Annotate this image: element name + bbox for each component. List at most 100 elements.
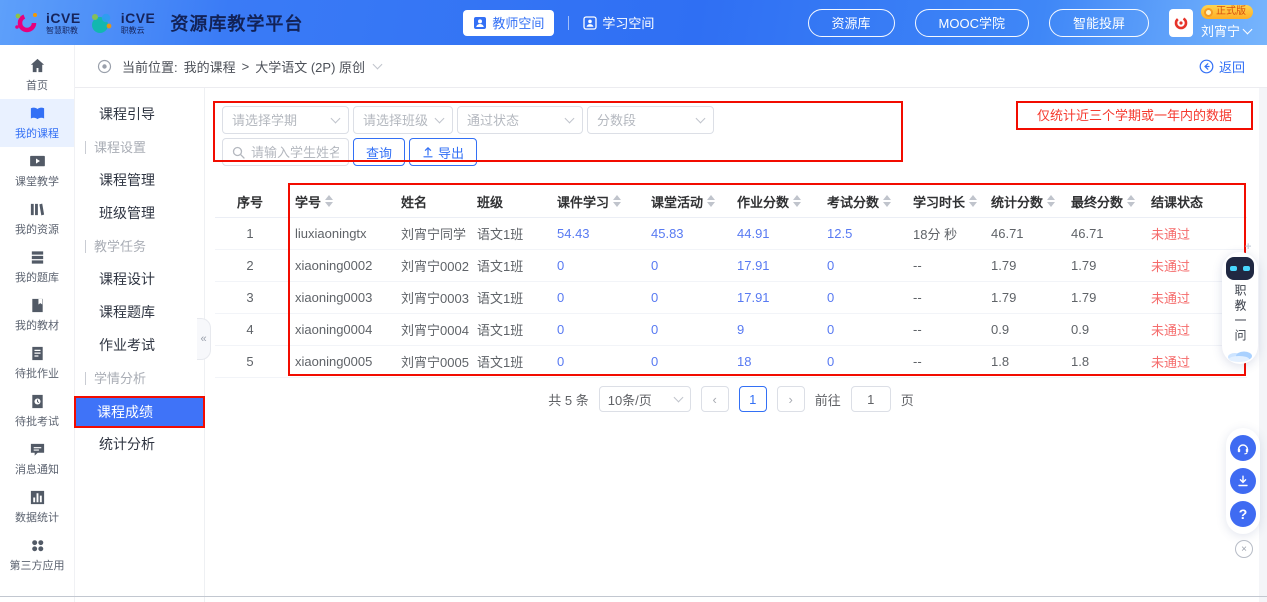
sort-icon[interactable] [707, 195, 715, 207]
cell-activity[interactable]: 45.83 [641, 226, 727, 241]
col-activity[interactable]: 课堂活动 [641, 192, 727, 211]
submenu-item[interactable]: 课程题库 [75, 296, 204, 329]
cell-exam[interactable]: 0 [817, 258, 903, 273]
student-name-input[interactable] [251, 145, 339, 160]
semester-select-input[interactable] [232, 113, 326, 128]
tab-teacher-space[interactable]: 教师空间 [463, 10, 554, 36]
cell-courseware[interactable]: 0 [547, 290, 641, 305]
current-page-button[interactable]: 1 [739, 386, 767, 412]
pass-status-select[interactable] [457, 106, 583, 134]
rail-item-question-bank[interactable]: 我的题库 [0, 243, 74, 291]
submenu-item[interactable]: 作业考试 [75, 329, 204, 362]
goto-page-input[interactable] [851, 386, 891, 412]
edition-badge: 正式版 [1201, 5, 1253, 19]
sort-icon[interactable] [613, 195, 621, 207]
col-final-score[interactable]: 最终分数 [1061, 192, 1141, 211]
submenu-item[interactable]: 统计分析 [75, 428, 204, 461]
sort-icon[interactable] [325, 195, 333, 207]
chevron-down-icon[interactable] [373, 60, 383, 70]
cell-courseware[interactable]: 0 [547, 354, 641, 369]
chevron-down-icon [331, 114, 341, 124]
pass-status-select-input[interactable] [467, 113, 560, 128]
class-select-input[interactable] [363, 113, 430, 128]
submenu-item[interactable]: 课程管理 [75, 164, 204, 197]
class-select[interactable] [353, 106, 453, 134]
rail-item-my-resources[interactable]: 我的资源 [0, 195, 74, 243]
col-stat-score[interactable]: 统计分数 [981, 192, 1061, 211]
score-range-select-input[interactable] [597, 113, 691, 128]
space-tabs: 教师空间 学习空间 [463, 10, 654, 36]
assistant-widget[interactable]: 职教一问 [1222, 252, 1258, 364]
cell-exam[interactable]: 0 [817, 290, 903, 305]
cell-exam[interactable]: 0 [817, 322, 903, 337]
scrollbar-track[interactable] [1259, 88, 1267, 602]
smart-casting-button[interactable]: 智能投屏 [1049, 9, 1149, 37]
student-name-field[interactable] [222, 138, 349, 166]
rail-item-third-party-apps[interactable]: 第三方应用 [0, 531, 74, 579]
cell-courseware[interactable]: 0 [547, 322, 641, 337]
cell-index: 4 [215, 322, 285, 337]
customer-service-button[interactable] [1230, 435, 1256, 461]
rail-item-pending-homework[interactable]: 待批作业 [0, 339, 74, 387]
cell-exam[interactable]: 0 [817, 354, 903, 369]
submenu-item[interactable]: 课程引导 [75, 98, 204, 131]
cell-homework[interactable]: 44.91 [727, 226, 817, 241]
rail-item-textbooks[interactable]: 我的教材 [0, 291, 74, 339]
export-button[interactable]: 导出 [409, 138, 477, 166]
rail-item-pending-exams[interactable]: 待批考试 [0, 387, 74, 435]
submenu-item[interactable]: 教学任务 [75, 230, 204, 263]
breadcrumb-my-courses[interactable]: 我的课程 [184, 57, 236, 76]
cell-courseware[interactable]: 0 [547, 258, 641, 273]
col-student-id[interactable]: 学号 [285, 192, 391, 211]
breadcrumb-course-name[interactable]: 大学语文 (2P) 原创 [255, 57, 365, 76]
cell-exam[interactable]: 12.5 [817, 226, 903, 241]
mooc-academy-button[interactable]: MOOC学院 [915, 9, 1029, 37]
sort-icon[interactable] [969, 195, 977, 207]
header-actions: 资源库 MOOC学院 智能投屏 正式版 刘宵宁 [808, 5, 1267, 40]
cell-courseware[interactable]: 54.43 [547, 226, 641, 241]
score-range-select[interactable] [587, 106, 714, 134]
help-button[interactable]: ? [1230, 501, 1256, 527]
cell-activity[interactable]: 0 [641, 290, 727, 305]
sidebar-collapse-handle[interactable]: « [197, 318, 211, 360]
cell-homework[interactable]: 17.91 [727, 290, 817, 305]
search-button[interactable]: 查询 [353, 138, 405, 166]
tab-learning-space[interactable]: 学习空间 [583, 13, 654, 32]
sort-icon[interactable] [883, 195, 891, 207]
sort-icon[interactable] [1047, 195, 1055, 207]
sort-icon[interactable] [793, 195, 801, 207]
cell-homework[interactable]: 17.91 [727, 258, 817, 273]
cell-activity[interactable]: 0 [641, 322, 727, 337]
close-floating-button[interactable]: × [1235, 540, 1253, 558]
col-duration[interactable]: 学习时长 [903, 192, 981, 211]
cell-activity[interactable]: 0 [641, 354, 727, 369]
next-page-button[interactable]: › [777, 386, 805, 412]
cell-homework[interactable]: 18 [727, 354, 817, 369]
download-button[interactable] [1230, 468, 1256, 494]
rail-item-data-statistics[interactable]: 数据统计 [0, 483, 74, 531]
avatar[interactable] [1169, 9, 1193, 37]
rail-item-classroom-teaching[interactable]: 课堂教学 [0, 147, 74, 195]
chevron-down-icon [673, 393, 683, 403]
rail-item-home[interactable]: 首页 [0, 51, 74, 99]
page-size-select[interactable]: 10条/页 [599, 386, 691, 412]
sort-icon[interactable] [1127, 195, 1135, 207]
cell-activity[interactable]: 0 [641, 258, 727, 273]
cell-homework[interactable]: 9 [727, 322, 817, 337]
submenu-item[interactable]: 班级管理 [75, 197, 204, 230]
rail-item-my-courses[interactable]: 我的课程 [0, 99, 74, 147]
user-menu[interactable]: 刘宵宁 [1201, 21, 1251, 40]
submenu-item[interactable]: 学情分析 [75, 362, 204, 395]
submenu-item[interactable]: 课程设置 [75, 131, 204, 164]
back-button[interactable]: 返回 [1199, 57, 1245, 76]
submenu-item[interactable]: 课程成绩 [75, 397, 204, 427]
col-exam[interactable]: 考试分数 [817, 192, 903, 211]
col-courseware[interactable]: 课件学习 [547, 192, 641, 211]
semester-select[interactable] [222, 106, 349, 134]
submenu-item[interactable]: 课程设计 [75, 263, 204, 296]
prev-page-button[interactable]: ‹ [701, 386, 729, 412]
rail-item-messages[interactable]: 消息通知 [0, 435, 74, 483]
home-icon [29, 57, 46, 74]
col-homework[interactable]: 作业分数 [727, 192, 817, 211]
resource-library-button[interactable]: 资源库 [808, 9, 895, 37]
